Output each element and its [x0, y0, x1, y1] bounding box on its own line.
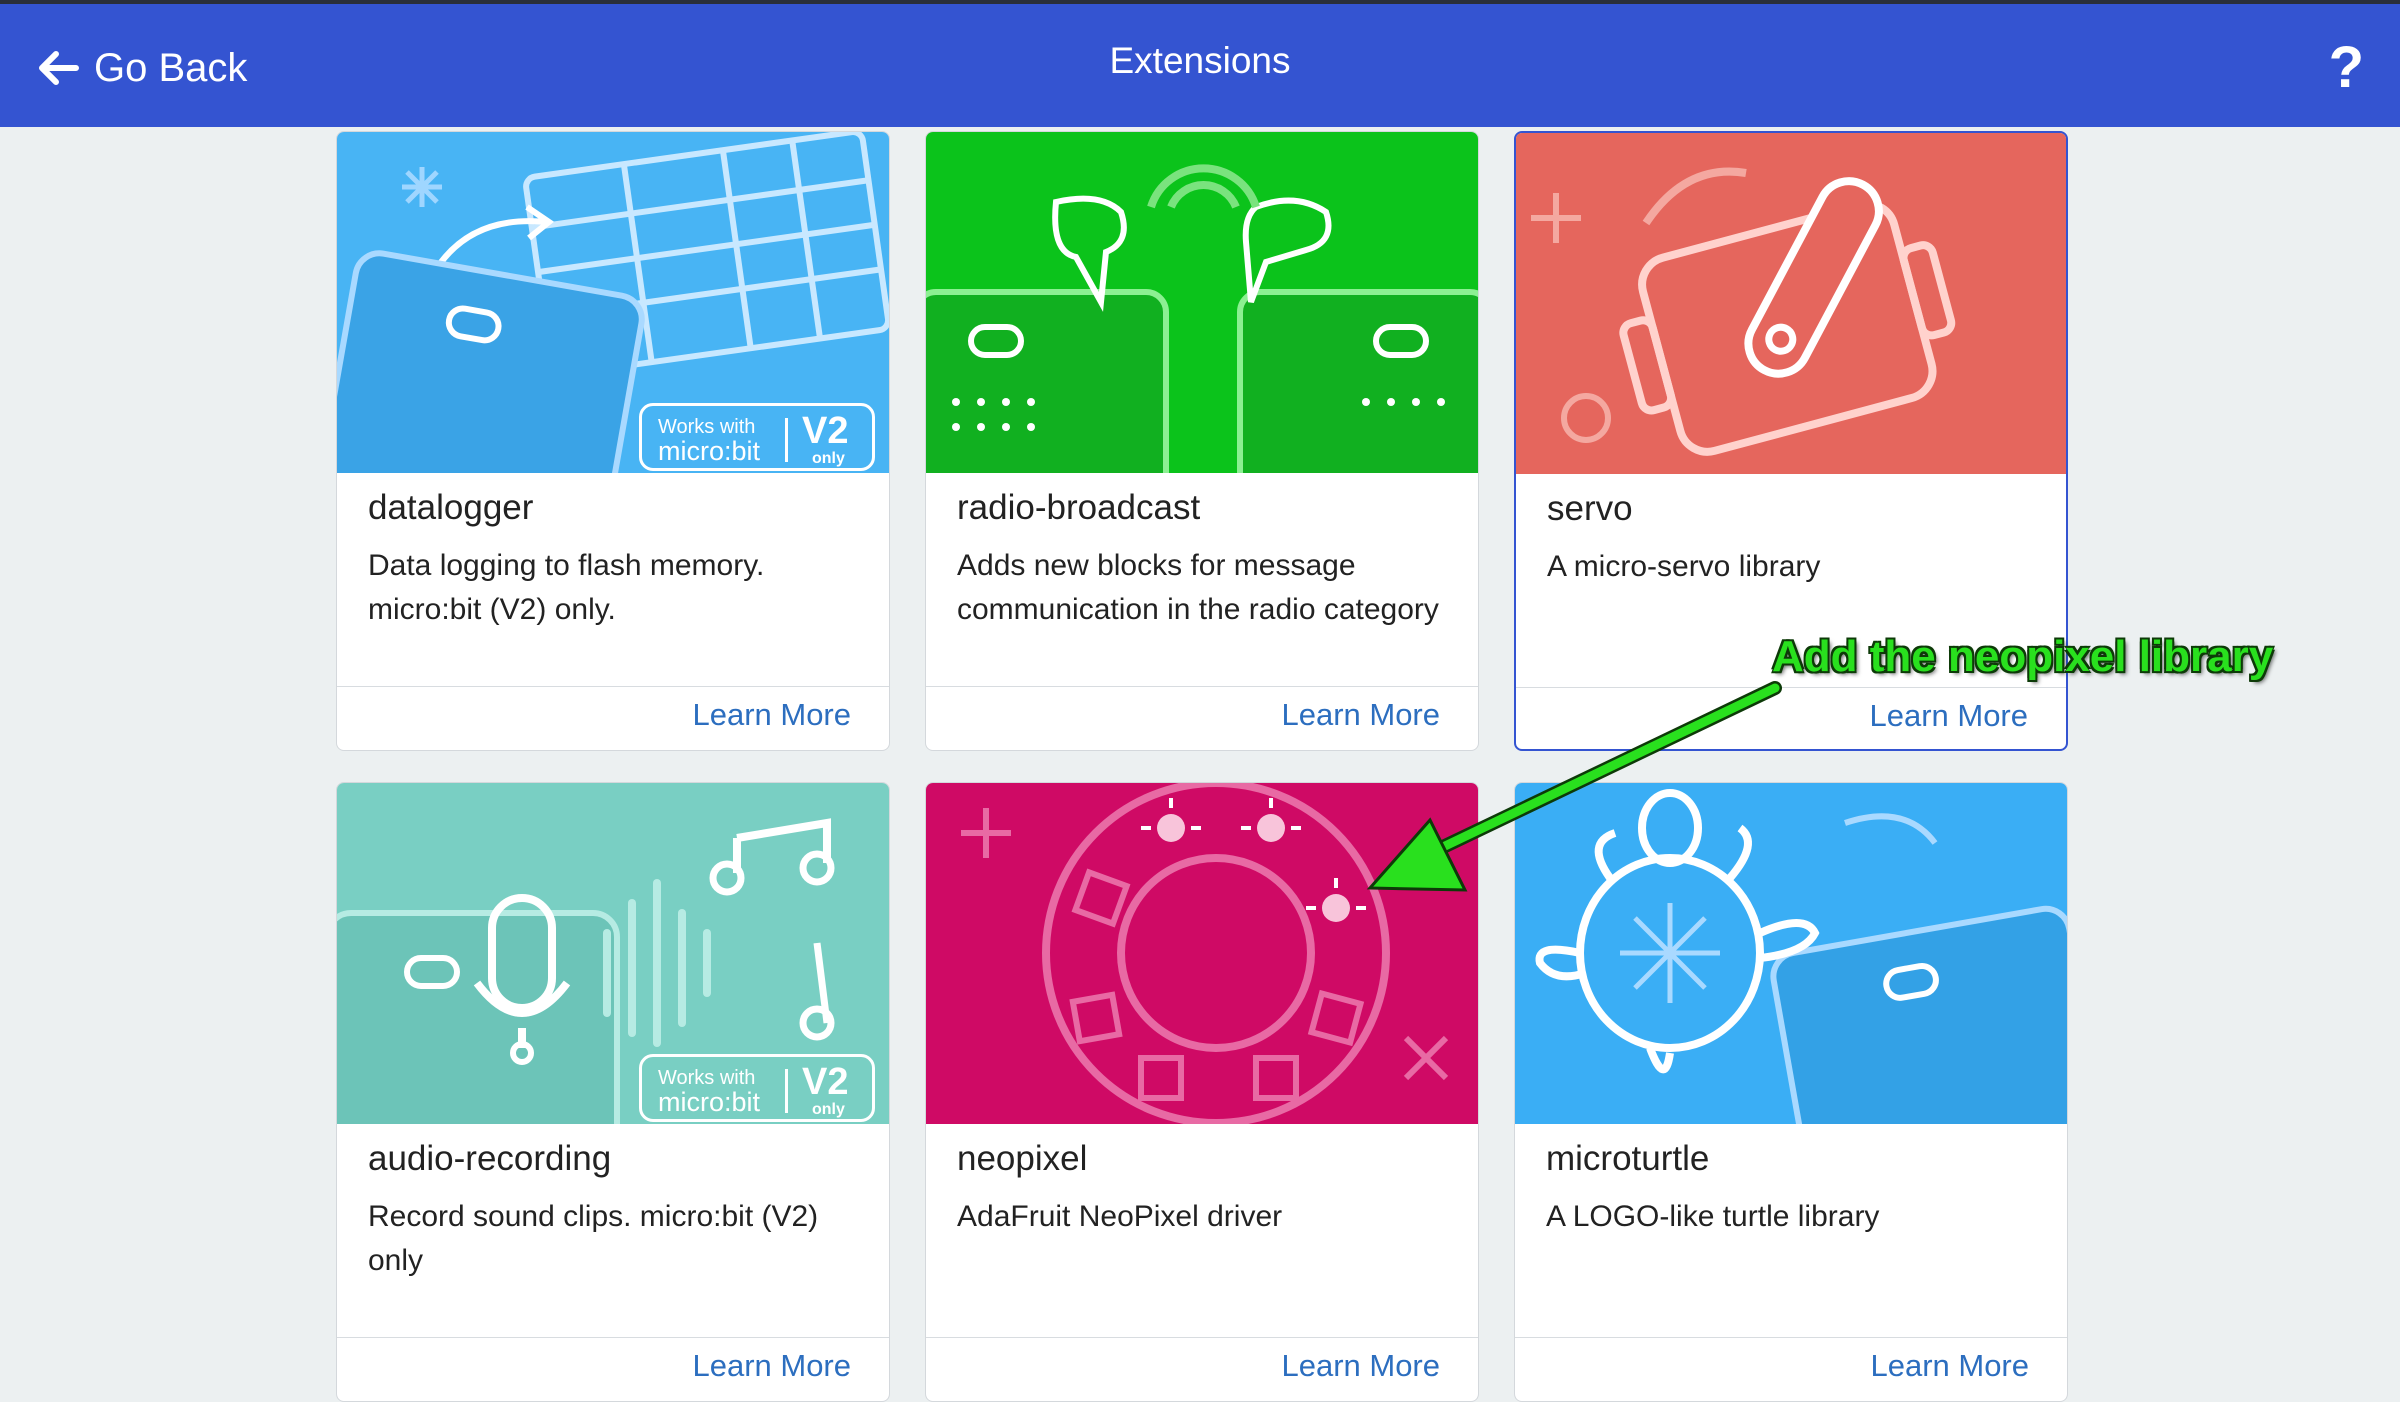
neopixel-banner	[926, 783, 1478, 1124]
help-button[interactable]: ?	[2329, 34, 2364, 101]
card-description: A LOGO-like turtle library	[1546, 1200, 1880, 1233]
learn-more-link[interactable]: Learn More	[1869, 698, 2028, 734]
learn-more-link[interactable]: Learn More	[1281, 697, 1440, 733]
card-name: servo	[1547, 489, 1633, 528]
extension-card-audio-recording[interactable]: Works with micro:bit V2 only audio-recor…	[336, 782, 890, 1402]
card-footer: Learn More	[926, 1337, 1478, 1398]
card-footer: Learn More	[337, 1337, 889, 1398]
card-name: radio-broadcast	[957, 488, 1201, 527]
datalogger-banner: Works with micro:bit V2 only	[337, 132, 889, 473]
extension-card-radio-broadcast[interactable]: radio-broadcast Adds new blocks for mess…	[925, 131, 1479, 751]
card-footer: Learn More	[337, 686, 889, 747]
card-description: Record sound clips. micro:bit (V2) only	[368, 1200, 819, 1277]
learn-more-link[interactable]: Learn More	[692, 697, 851, 733]
extension-card-neopixel[interactable]: neopixel AdaFruit NeoPixel driver Learn …	[925, 782, 1479, 1402]
v2-only-badge: Works with micro:bit V2 only	[639, 403, 875, 471]
header-bar: Go Back Extensions ?	[0, 4, 2400, 127]
servo-banner	[1516, 133, 2066, 474]
learn-more-link[interactable]: Learn More	[692, 1348, 851, 1384]
card-footer: Learn More	[1516, 687, 2066, 748]
card-description: Adds new blocks for message communicatio…	[957, 549, 1439, 626]
microturtle-banner	[1515, 783, 2067, 1124]
extension-card-microturtle[interactable]: microturtle A LOGO-like turtle library L…	[1514, 782, 2068, 1402]
card-name: microturtle	[1546, 1139, 1710, 1178]
annotation-label: Add the neopixel library	[1772, 632, 2274, 681]
card-name: audio-recording	[368, 1139, 612, 1178]
card-description: AdaFruit NeoPixel driver	[957, 1200, 1283, 1233]
card-footer: Learn More	[1515, 1337, 2067, 1398]
audio-recording-banner: Works with micro:bit V2 only	[337, 783, 889, 1124]
learn-more-link[interactable]: Learn More	[1870, 1348, 2029, 1384]
learn-more-link[interactable]: Learn More	[1281, 1348, 1440, 1384]
card-name: datalogger	[368, 488, 534, 527]
extension-card-datalogger[interactable]: Works with micro:bit V2 only datalogger …	[336, 131, 890, 751]
card-description: Data logging to flash memory. micro:bit …	[368, 549, 765, 626]
card-description: A micro-servo library	[1547, 550, 1821, 583]
radio-broadcast-banner	[926, 132, 1478, 473]
card-name: neopixel	[957, 1139, 1088, 1178]
page-title: Extensions	[1109, 40, 1291, 81]
v2-only-badge: Works with micro:bit V2 only	[639, 1054, 875, 1122]
card-footer: Learn More	[926, 686, 1478, 747]
